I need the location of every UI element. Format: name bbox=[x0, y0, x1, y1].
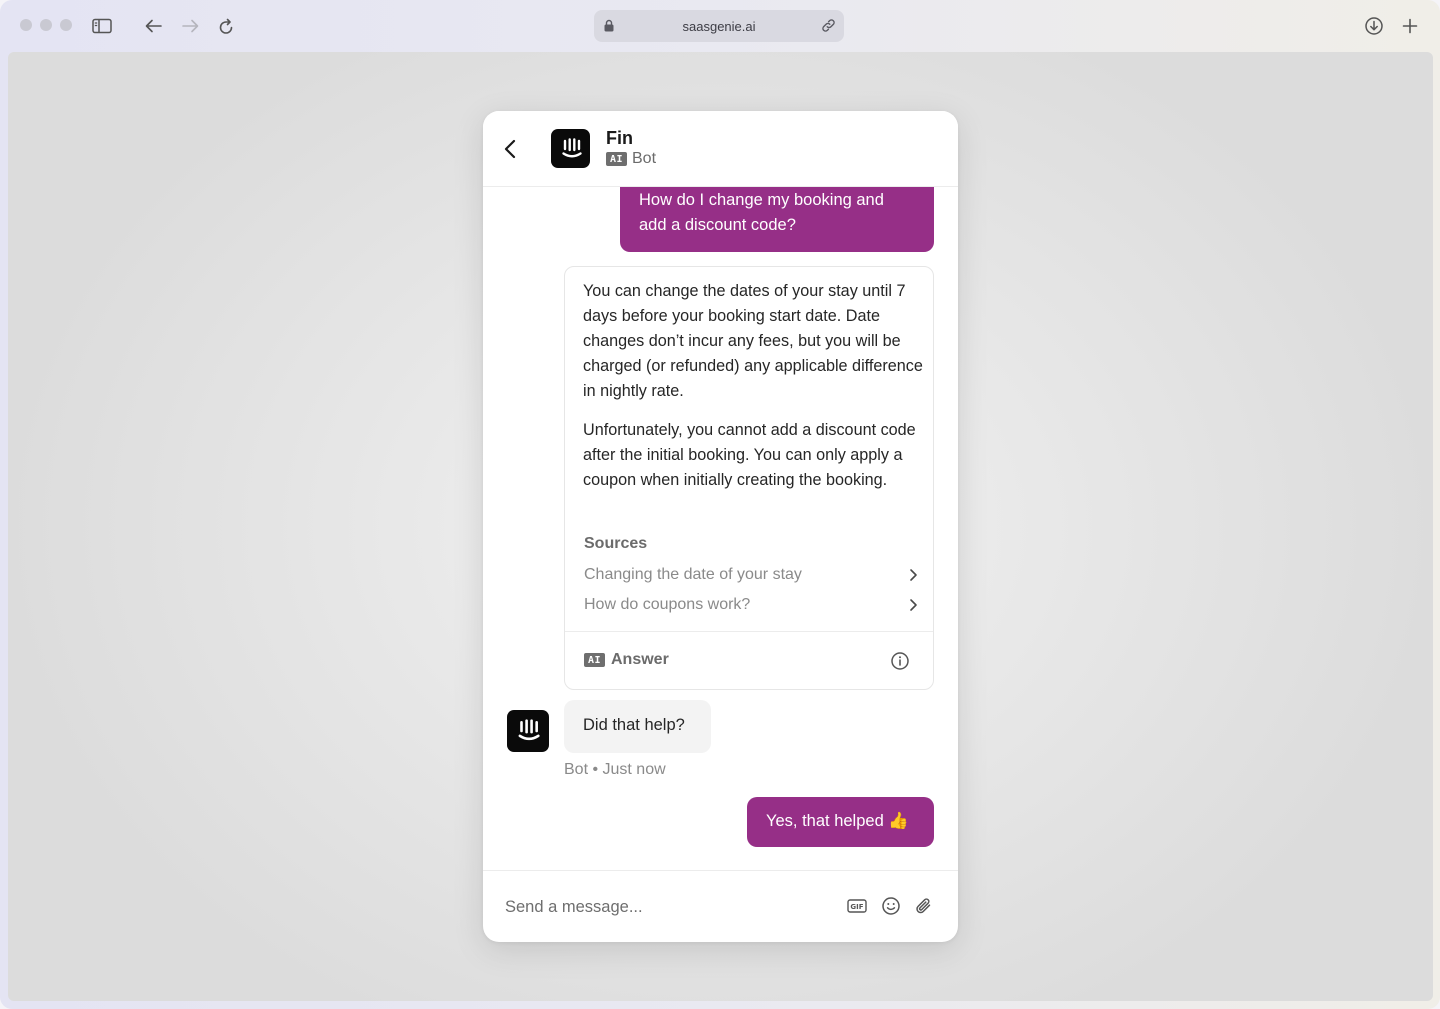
page-viewport: Fin AI Bot How do I change my booking an… bbox=[8, 52, 1433, 1001]
emoji-icon[interactable] bbox=[880, 895, 902, 917]
answer-label: Answer bbox=[611, 651, 669, 668]
source-link[interactable]: Changing the date of your stay bbox=[584, 563, 918, 587]
link-icon[interactable] bbox=[821, 18, 836, 36]
ai-answer-card: You can change the dates of your stay un… bbox=[564, 266, 934, 690]
intercom-logo-icon bbox=[518, 719, 540, 741]
message-composer: GIF bbox=[483, 870, 958, 942]
back-arrow-icon[interactable] bbox=[142, 14, 166, 38]
chevron-right-icon bbox=[910, 599, 917, 611]
browser-window: saasgenie.ai Fin AI Bot How do I change … bbox=[0, 0, 1440, 1009]
lock-icon bbox=[604, 19, 614, 35]
forward-arrow-icon[interactable] bbox=[178, 14, 202, 38]
chat-title: Fin bbox=[606, 128, 633, 148]
chat-widget: Fin AI Bot How do I change my booking an… bbox=[483, 111, 958, 942]
ai-answer-label: AI Answer bbox=[584, 651, 669, 669]
sidebar-icon[interactable] bbox=[90, 14, 114, 38]
bot-avatar bbox=[507, 710, 549, 752]
user-reply-message: Yes, that helped 👍 bbox=[747, 797, 934, 847]
close-window-button[interactable] bbox=[20, 19, 32, 31]
chat-subtitle: AI Bot bbox=[606, 150, 656, 168]
chevron-left-icon[interactable] bbox=[501, 137, 521, 161]
ai-badge: AI bbox=[584, 653, 605, 667]
message-input[interactable] bbox=[505, 893, 825, 921]
chat-header: Fin AI Bot bbox=[483, 111, 958, 187]
answer-text: You can change the dates of your stay un… bbox=[583, 279, 923, 493]
svg-text:GIF: GIF bbox=[850, 903, 863, 911]
source-link-label: Changing the date of your stay bbox=[584, 566, 802, 583]
url-text: saasgenie.ai bbox=[682, 18, 756, 34]
answer-paragraph: Unfortunately, you cannot add a discount… bbox=[583, 421, 916, 489]
avatar bbox=[551, 129, 590, 168]
browser-toolbar: saasgenie.ai bbox=[0, 0, 1440, 52]
minimize-window-button[interactable] bbox=[40, 19, 52, 31]
chevron-right-icon bbox=[910, 569, 917, 581]
source-link-label: How do coupons work? bbox=[584, 596, 751, 613]
zoom-window-button[interactable] bbox=[60, 19, 72, 31]
ai-badge: AI bbox=[606, 152, 627, 166]
address-bar[interactable]: saasgenie.ai bbox=[594, 10, 844, 42]
intercom-logo-icon bbox=[561, 137, 582, 157]
reload-icon[interactable] bbox=[214, 14, 238, 38]
attachment-icon[interactable] bbox=[913, 895, 935, 917]
bot-message: Did that help? bbox=[564, 700, 711, 753]
sources-heading: Sources bbox=[584, 535, 648, 552]
divider bbox=[565, 631, 933, 632]
new-tab-icon[interactable] bbox=[1398, 14, 1422, 38]
bot-label: Bot bbox=[632, 150, 657, 167]
source-link[interactable]: How do coupons work? bbox=[584, 593, 918, 617]
download-icon[interactable] bbox=[1362, 14, 1386, 38]
gif-icon[interactable]: GIF bbox=[846, 895, 868, 917]
answer-paragraph: You can change the dates of your stay un… bbox=[583, 282, 923, 400]
message-meta: Bot • Just now bbox=[564, 761, 666, 778]
info-icon[interactable] bbox=[890, 651, 910, 671]
